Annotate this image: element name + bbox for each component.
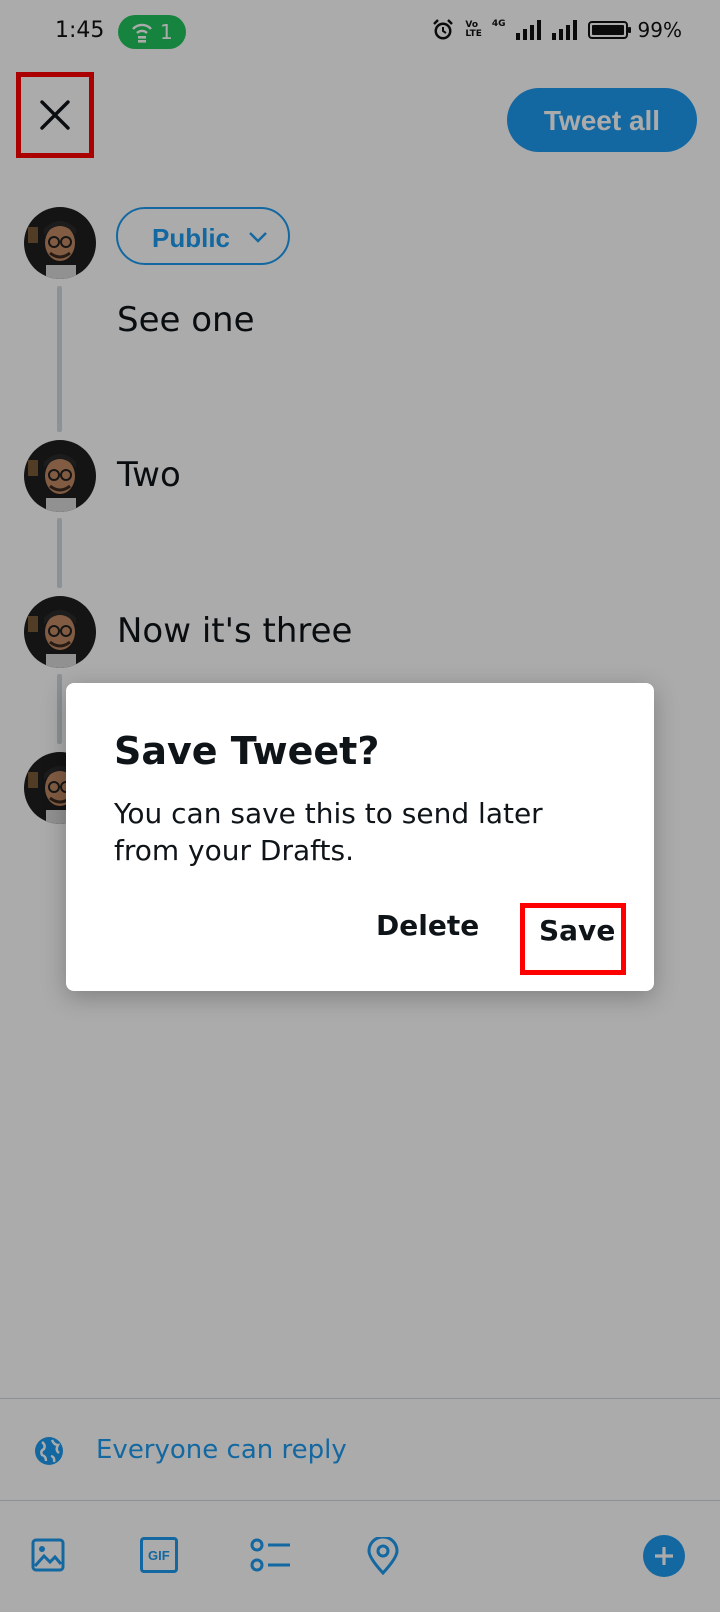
save-button[interactable]: Save (539, 914, 615, 947)
delete-button[interactable]: Delete (376, 909, 479, 942)
save-button-highlight: Save (520, 903, 626, 975)
dialog-title: Save Tweet? (114, 729, 380, 773)
save-tweet-dialog: Save Tweet? You can save this to send la… (66, 683, 654, 991)
dialog-message: You can save this to send later from you… (114, 797, 543, 867)
